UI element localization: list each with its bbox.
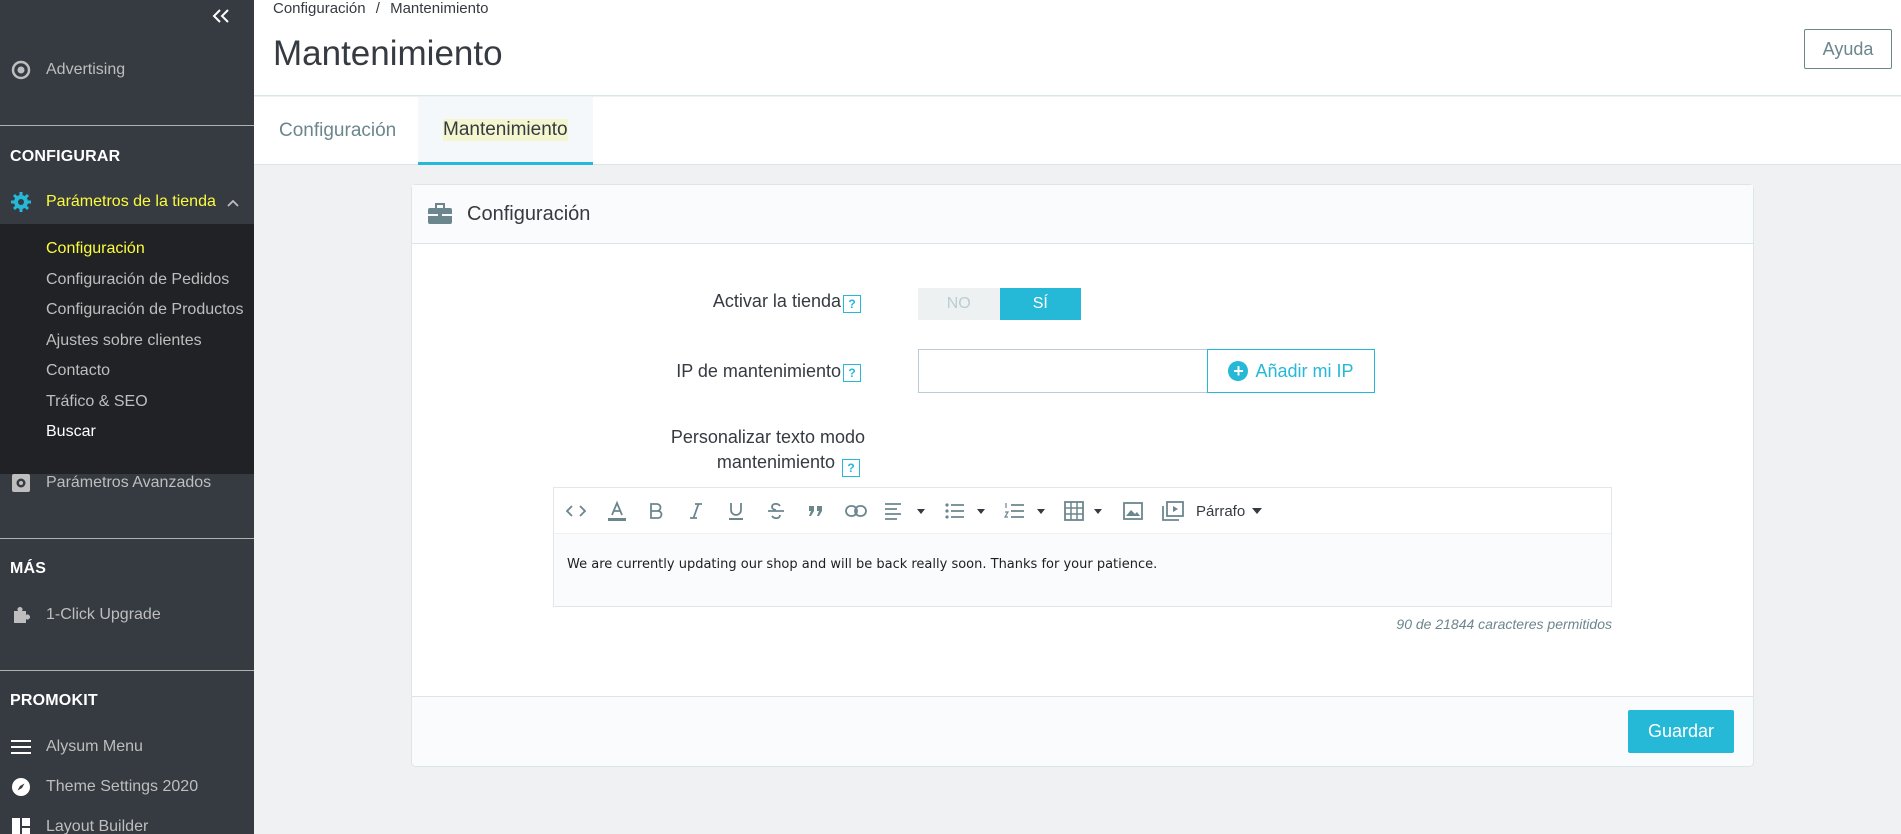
sidebar-item-label: Parámetros de la tienda — [46, 193, 216, 210]
bold-icon[interactable] — [646, 498, 666, 524]
italic-icon[interactable] — [686, 498, 706, 524]
texto-mantenimiento-label: Personalizar texto modo mantenimiento — [671, 427, 865, 473]
sidebar-item-label: Layout Builder — [46, 818, 149, 834]
briefcase-icon — [427, 202, 453, 226]
sidebar-item-advertising[interactable]: Advertising — [0, 55, 254, 85]
tab-label: Mantenimiento — [443, 118, 568, 141]
panel-title: Configuración — [467, 202, 591, 225]
editor-toolbar: Párrafo — [554, 488, 1611, 534]
sidebar-subitem-buscar[interactable]: Buscar — [46, 423, 96, 441]
activar-tienda-label: Activar la tienda — [712, 291, 841, 311]
layout-icon — [10, 816, 32, 834]
page-header: Configuración / Mantenimiento Mantenimie… — [254, 0, 1901, 96]
sidebar-item-theme-settings[interactable]: Theme Settings 2020 — [0, 772, 254, 802]
sidebar-item-layout-builder[interactable]: Layout Builder — [0, 812, 254, 834]
help-button[interactable]: Ayuda — [1804, 29, 1892, 69]
help-tooltip-icon[interactable]: ? — [843, 364, 861, 382]
sidebar-item-label: Advertising — [46, 61, 126, 78]
plus-circle-icon: + — [1228, 361, 1249, 381]
editor-content[interactable]: We are currently updating our shop and w… — [567, 557, 1157, 572]
tab-mantenimiento[interactable]: Mantenimiento — [418, 97, 593, 165]
char-counter: 90 de 21844 caracteres permitidos — [1396, 616, 1612, 632]
toggle-no-option[interactable]: NO — [918, 288, 1000, 320]
sidebar-subitem-contacto[interactable]: Contacto — [46, 362, 110, 380]
rich-text-editor: Párrafo We are currently updating our sh… — [553, 487, 1612, 607]
caret-down-icon — [1252, 508, 1263, 514]
sidebar-subitem-configuracion[interactable]: Configuración — [46, 240, 145, 258]
sidebar-item-parametros-tienda[interactable]: Parámetros de la tienda — [0, 187, 254, 217]
numbered-list-dropdown[interactable] — [1004, 498, 1046, 524]
sidebar-divider — [0, 670, 254, 671]
add-my-ip-button[interactable]: + Añadir mi IP — [1207, 349, 1375, 393]
sidebar-subitem-pedidos[interactable]: Configuración de Pedidos — [46, 271, 229, 289]
gear-icon — [10, 191, 32, 213]
format-dropdown[interactable]: Párrafo — [1196, 498, 1274, 524]
ip-input[interactable] — [918, 349, 1207, 393]
align-dropdown[interactable] — [884, 498, 926, 524]
sidebar-subitem-trafico-seo[interactable]: Tráfico & SEO — [46, 393, 148, 411]
tab-configuracion[interactable]: Configuración — [254, 97, 421, 165]
collapse-sidebar-icon[interactable] — [210, 6, 232, 26]
sidebar-item-parametros-avanzados[interactable]: Parámetros Avanzados — [0, 468, 254, 498]
sidebar-item-label: 1-Click Upgrade — [46, 606, 161, 623]
cog-box-icon — [10, 472, 32, 494]
image-icon[interactable] — [1122, 498, 1144, 524]
sidebar: Advertising CONFIGURAR Parámetros de la … — [0, 0, 254, 834]
blockquote-icon[interactable] — [806, 498, 826, 524]
menu-icon — [10, 736, 32, 758]
sidebar-item-label: Alysum Menu — [46, 738, 143, 755]
sidebar-submenu: Configuración Configuración de Pedidos C… — [0, 224, 254, 474]
sidebar-subitem-clientes[interactable]: Ajustes sobre clientes — [46, 332, 202, 350]
chevron-up-icon — [226, 195, 240, 213]
sidebar-item-1-click-upgrade[interactable]: 1-Click Upgrade — [0, 600, 254, 630]
tab-bar: Configuración Mantenimiento — [254, 97, 1901, 165]
table-dropdown[interactable] — [1064, 498, 1106, 524]
save-button[interactable]: Guardar — [1628, 710, 1734, 753]
breadcrumb-current: Mantenimiento — [390, 0, 489, 17]
help-tooltip-icon[interactable]: ? — [842, 459, 860, 477]
sidebar-item-alysum-menu[interactable]: Alysum Menu — [0, 732, 254, 762]
breadcrumb: Configuración / Mantenimiento — [273, 0, 488, 17]
compass-icon — [10, 776, 32, 798]
text-color-icon[interactable] — [606, 498, 628, 524]
label-line: Personalizar texto modo — [670, 427, 865, 447]
panel-footer: Guardar — [412, 696, 1753, 766]
add-my-ip-label: Añadir mi IP — [1255, 360, 1354, 381]
panel-header: Configuración — [412, 185, 1753, 244]
breadcrumb-link[interactable]: Configuración — [273, 0, 366, 17]
sidebar-divider — [0, 538, 254, 539]
page-title: Mantenimiento — [273, 34, 503, 73]
sidebar-item-label: Theme Settings 2020 — [46, 778, 199, 795]
sidebar-heading-configurar: CONFIGURAR — [10, 148, 121, 165]
sidebar-heading-promokit: PROMOKIT — [10, 692, 98, 709]
target-icon — [10, 59, 32, 81]
link-icon[interactable] — [844, 498, 868, 524]
sidebar-item-label: Parámetros Avanzados — [46, 474, 212, 491]
format-dropdown-label: Párrafo — [1196, 502, 1246, 520]
breadcrumb-separator: / — [375, 0, 380, 17]
help-tooltip-icon[interactable]: ? — [843, 295, 861, 313]
ip-mantenimiento-label: IP de mantenimiento — [676, 361, 841, 381]
underline-icon[interactable] — [726, 498, 746, 524]
video-icon[interactable] — [1162, 498, 1184, 524]
toggle-si-option[interactable]: SÍ — [999, 288, 1081, 320]
puzzle-icon — [10, 604, 32, 626]
label-line: mantenimiento — [716, 452, 835, 472]
activar-tienda-toggle: NO SÍ — [918, 288, 1081, 320]
code-view-icon[interactable] — [564, 498, 588, 524]
sidebar-divider — [0, 125, 254, 126]
bullet-list-dropdown[interactable] — [944, 498, 986, 524]
strikethrough-icon[interactable] — [766, 498, 786, 524]
sidebar-heading-mas: MÁS — [10, 560, 47, 577]
config-panel: Configuración Activar la tienda ? NO SÍ … — [411, 184, 1754, 767]
sidebar-subitem-productos[interactable]: Configuración de Productos — [46, 301, 243, 319]
